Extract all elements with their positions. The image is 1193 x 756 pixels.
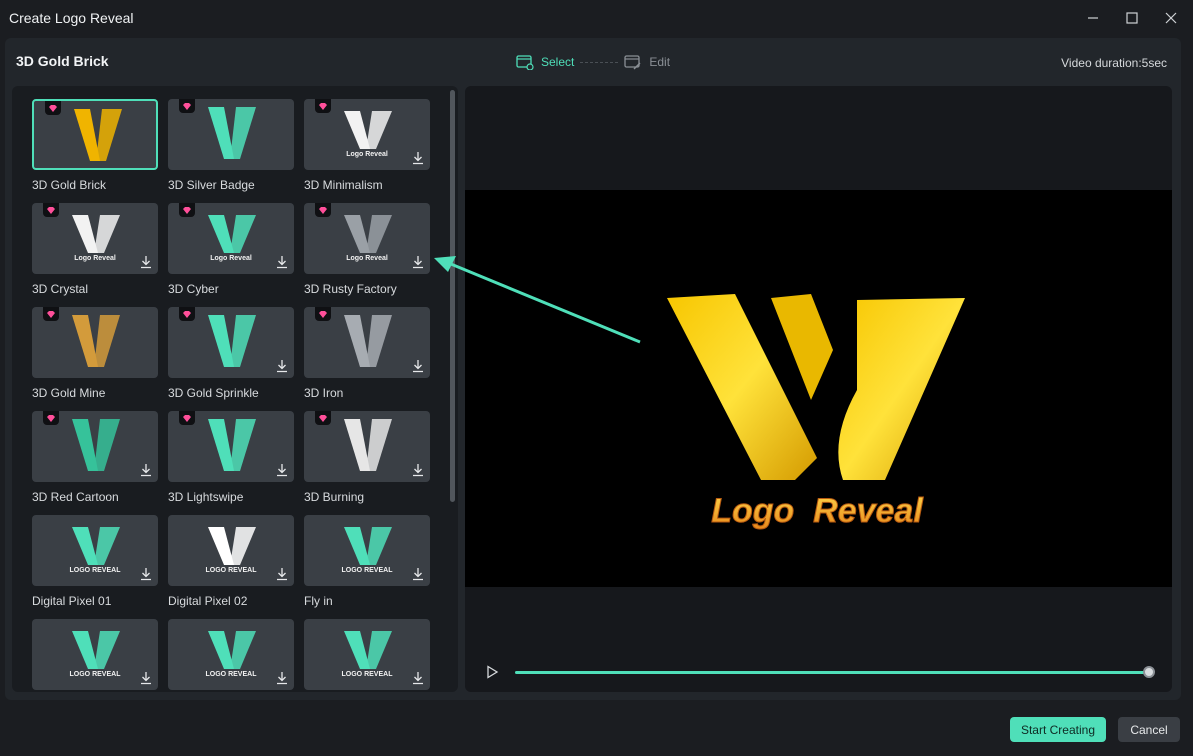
- title-bar: Create Logo Reveal: [0, 0, 1193, 36]
- template-name: 3D Gold Mine: [32, 386, 106, 400]
- template-thumbnail[interactable]: LOGO REVEAL: [304, 515, 430, 586]
- template-name: Fly in: [304, 594, 333, 608]
- template-thumbnail[interactable]: [168, 411, 294, 482]
- template-name: 3D Gold Brick: [32, 178, 107, 192]
- download-icon[interactable]: [139, 567, 153, 581]
- step-select[interactable]: Select: [516, 54, 574, 70]
- template-thumbnail[interactable]: Logo Reveal: [168, 203, 294, 274]
- premium-gem-icon: [43, 203, 59, 217]
- template-name: 3D Minimalism: [304, 178, 383, 192]
- premium-gem-icon: [43, 307, 59, 321]
- step-select-label: Select: [541, 55, 575, 69]
- create-logo-reveal-window: Create Logo Reveal 3D Gold Brick Select: [0, 0, 1193, 756]
- minimize-button[interactable]: [1080, 6, 1106, 30]
- template-name: 3D Iron: [304, 386, 344, 400]
- template-thumbnail[interactable]: LOGO REVEAL: [304, 619, 430, 690]
- play-icon: [487, 665, 499, 679]
- step-divider: [580, 61, 619, 63]
- download-icon[interactable]: [411, 671, 425, 685]
- download-icon[interactable]: [275, 463, 289, 477]
- download-icon[interactable]: [139, 463, 153, 477]
- template-name: Digital Pixel 02: [168, 594, 248, 608]
- premium-gem-icon: [45, 101, 61, 115]
- video-preview[interactable]: Logo Reveal: [465, 190, 1172, 587]
- minimize-icon: [1088, 17, 1098, 19]
- premium-gem-icon: [179, 307, 195, 321]
- film-select-icon: [516, 55, 534, 70]
- playback-controls: [465, 652, 1172, 692]
- template-thumbnail[interactable]: [168, 307, 294, 378]
- template-thumbnail[interactable]: [304, 307, 430, 378]
- progress-track[interactable]: [515, 671, 1149, 674]
- premium-gem-icon: [43, 411, 59, 425]
- selected-template-title: 3D Gold Brick: [16, 53, 109, 69]
- download-icon[interactable]: [411, 255, 425, 269]
- window-title: Create Logo Reveal: [9, 10, 134, 26]
- step-edit[interactable]: Edit: [624, 54, 670, 70]
- preview-panel: Logo Reveal: [465, 86, 1172, 692]
- download-icon[interactable]: [411, 567, 425, 581]
- film-edit-icon: [624, 55, 641, 70]
- template-thumbnail[interactable]: LOGO REVEAL: [168, 619, 294, 690]
- premium-gem-icon: [315, 99, 331, 113]
- close-icon: [1165, 12, 1177, 24]
- maximize-icon: [1126, 12, 1138, 24]
- template-name: 3D Rusty Factory: [304, 282, 397, 296]
- template-thumbnail[interactable]: Logo Reveal: [32, 203, 158, 274]
- step-indicator: Select Edit: [516, 52, 670, 72]
- template-thumbnail[interactable]: [304, 411, 430, 482]
- download-icon[interactable]: [139, 671, 153, 685]
- template-name: 3D Silver Badge: [168, 178, 255, 192]
- download-icon[interactable]: [275, 359, 289, 373]
- template-thumbnail[interactable]: [32, 411, 158, 482]
- premium-gem-icon: [179, 203, 195, 217]
- template-thumbnail[interactable]: Logo Reveal: [304, 99, 430, 170]
- template-thumbnail[interactable]: [32, 307, 158, 378]
- preview-logo-text: Logo Reveal: [711, 492, 924, 530]
- step-edit-label: Edit: [649, 55, 671, 69]
- close-button[interactable]: [1158, 6, 1184, 30]
- template-name: 3D Red Cartoon: [32, 490, 119, 504]
- template-name: 3D Gold Sprinkle: [168, 386, 259, 400]
- template-name: 3D Crystal: [32, 282, 89, 296]
- template-name: 3D Lightswipe: [168, 490, 244, 504]
- download-icon[interactable]: [275, 671, 289, 685]
- template-name: Digital Pixel 01: [32, 594, 112, 608]
- template-thumbnail[interactable]: LOGO REVEAL: [32, 515, 158, 586]
- template-thumbnail[interactable]: [168, 99, 294, 170]
- play-button[interactable]: [485, 665, 499, 679]
- download-icon[interactable]: [139, 255, 153, 269]
- start-creating-button[interactable]: Start Creating: [1010, 717, 1106, 742]
- template-thumbnail[interactable]: LOGO REVEAL: [32, 619, 158, 690]
- cancel-button[interactable]: Cancel: [1118, 717, 1180, 742]
- premium-gem-icon: [315, 203, 331, 217]
- logo-preview-art: Logo Reveal: [667, 294, 965, 531]
- premium-gem-icon: [179, 99, 195, 113]
- maximize-button[interactable]: [1119, 6, 1145, 30]
- progress-handle[interactable]: [1143, 666, 1155, 678]
- premium-gem-icon: [179, 411, 195, 425]
- video-duration: Video duration:5sec: [1061, 56, 1167, 70]
- template-thumbnail[interactable]: Logo Reveal: [304, 203, 430, 274]
- download-icon[interactable]: [411, 359, 425, 373]
- download-icon[interactable]: [275, 567, 289, 581]
- template-name: 3D Cyber: [168, 282, 219, 296]
- download-icon[interactable]: [411, 463, 425, 477]
- template-thumbnail[interactable]: LOGO REVEAL: [168, 515, 294, 586]
- premium-gem-icon: [315, 307, 331, 321]
- download-icon[interactable]: [275, 255, 289, 269]
- template-name: 3D Burning: [304, 490, 365, 504]
- download-icon[interactable]: [411, 151, 425, 165]
- template-browser: 3D Gold Brick 3D Silver Badge Logo Reveal 3…: [12, 86, 458, 692]
- template-scrollbar[interactable]: [450, 90, 455, 502]
- premium-gem-icon: [315, 411, 331, 425]
- template-thumbnail[interactable]: [32, 99, 158, 170]
